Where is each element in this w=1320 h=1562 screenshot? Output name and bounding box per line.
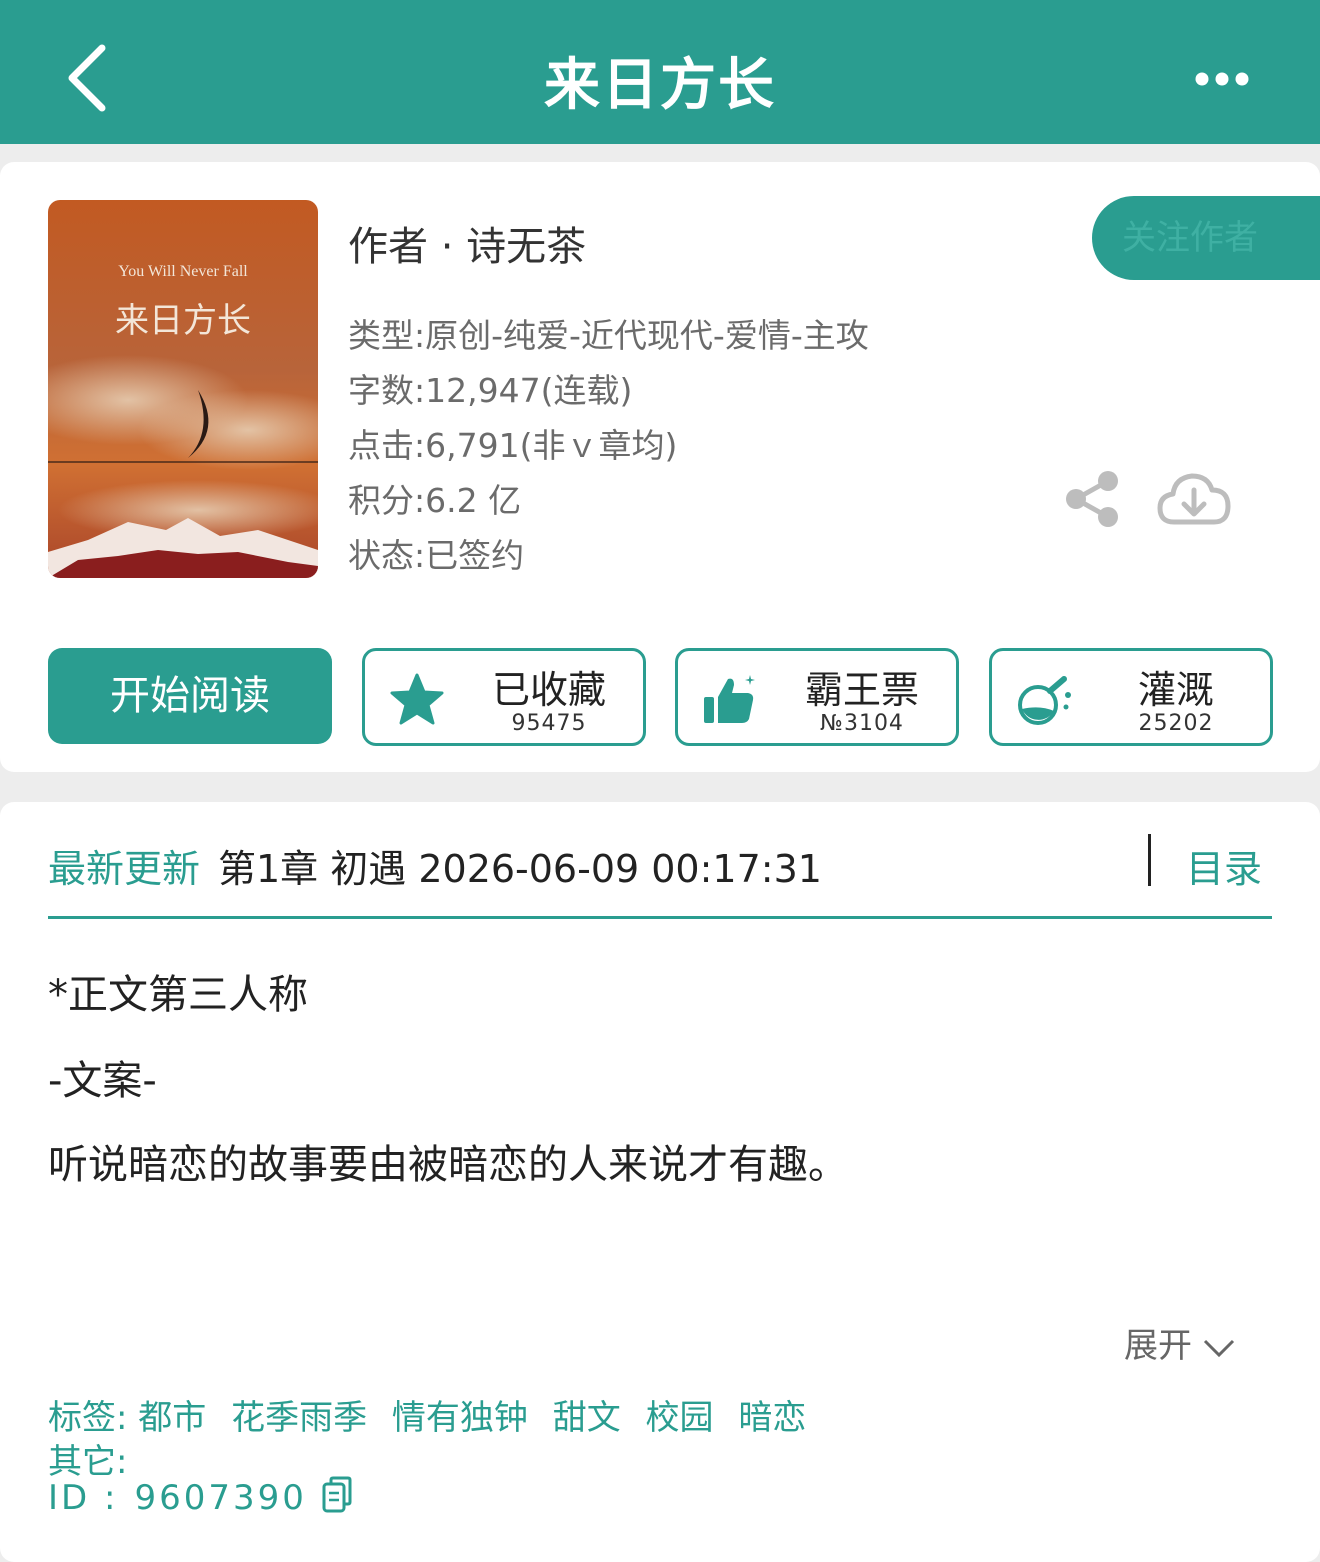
score-text: 积分:6.2 亿 [348, 481, 522, 520]
genre-text: 类型:原创-纯爱-近代现代-爱情-主攻 [348, 316, 869, 355]
desc-line: -文案- [48, 1058, 157, 1104]
author-name[interactable]: 作者 · 诗无茶 [348, 214, 586, 272]
follow-author-button[interactable]: 关注作者 [1092, 196, 1320, 280]
flask-icon [1014, 671, 1074, 727]
cover-title: 来日方长 [115, 301, 251, 341]
desc-line: 听说暗恋的故事要由被暗恋的人来说才有趣。 [48, 1142, 848, 1188]
book-cover[interactable]: You Will Never Fall 来日方长 [48, 200, 318, 578]
share-icon[interactable] [1062, 468, 1124, 530]
tag-item[interactable]: 甜文 [553, 1398, 621, 1438]
vote-label: 霸王票 [804, 668, 919, 712]
thumbs-up-icon [700, 671, 760, 727]
id-label: ID : [48, 1478, 119, 1518]
divider [1148, 834, 1151, 886]
vote-button[interactable]: 霸王票 №3104 [675, 648, 959, 746]
book-stats: 类型:原创-纯爱-近代现代-爱情-主攻 字数:12,947(连载) 点击:6,7… [348, 308, 869, 583]
tags-label: 标签: [48, 1398, 128, 1438]
id-value: 9607390 [134, 1478, 307, 1518]
tag-item[interactable]: 暗恋 [738, 1398, 806, 1438]
water-count: 25202 [1138, 711, 1214, 736]
book-info-card: You Will Never Fall 来日方长 作者 · 诗无茶 关注作者 类… [0, 162, 1320, 772]
separator-line [48, 916, 1272, 919]
expand-button[interactable]: 展开 [1124, 1318, 1236, 1367]
copy-icon[interactable] [321, 1476, 353, 1523]
click-count-text: 点击:6,791(非ｖ章均) [348, 426, 678, 465]
latest-chapter-link[interactable]: 第1章 初遇 2026-06-09 00:17:31 [218, 838, 822, 893]
water-label: 灌溉 [1137, 668, 1214, 712]
download-icon[interactable] [1156, 468, 1232, 530]
start-reading-button[interactable]: 开始阅读 [48, 648, 332, 744]
word-count-text: 字数:12,947(连载) [348, 371, 633, 410]
favorite-button[interactable]: 已收藏 95475 [362, 648, 646, 746]
desc-line: *正文第三人称 [48, 972, 308, 1018]
vote-rank: №3104 [820, 711, 904, 736]
star-icon [387, 671, 447, 727]
tag-item[interactable]: 花季雨季 [231, 1398, 367, 1438]
tags-row: 标签: 都市 花季雨季 情有独钟 甜文 校园 暗恋 [48, 1390, 820, 1439]
favorite-count: 95475 [511, 711, 587, 736]
tag-item[interactable]: 都市 [138, 1398, 206, 1438]
chevron-down-icon [1203, 1339, 1235, 1357]
expand-label: 展开 [1124, 1326, 1192, 1366]
page-title: 来日方长 [544, 53, 776, 118]
tag-item[interactable]: 校园 [646, 1398, 714, 1438]
tag-item[interactable]: 情有独钟 [392, 1398, 528, 1438]
cover-subtitle: You Will Never Fall [118, 263, 248, 280]
more-icon[interactable] [1190, 62, 1254, 96]
status-text: 状态:已签约 [348, 536, 525, 575]
top-bar: 来日方长 [0, 0, 1320, 144]
id-row: ID : 9607390 [48, 1476, 353, 1523]
latest-update-label: 最新更新 [48, 847, 201, 891]
toc-link[interactable]: 目录 [1186, 838, 1262, 893]
water-button[interactable]: 灌溉 25202 [989, 648, 1273, 746]
favorite-label: 已收藏 [491, 668, 606, 712]
description-card: 最新更新 第1章 初遇 2026-06-09 00:17:31 目录 *正文第三… [0, 802, 1320, 1562]
